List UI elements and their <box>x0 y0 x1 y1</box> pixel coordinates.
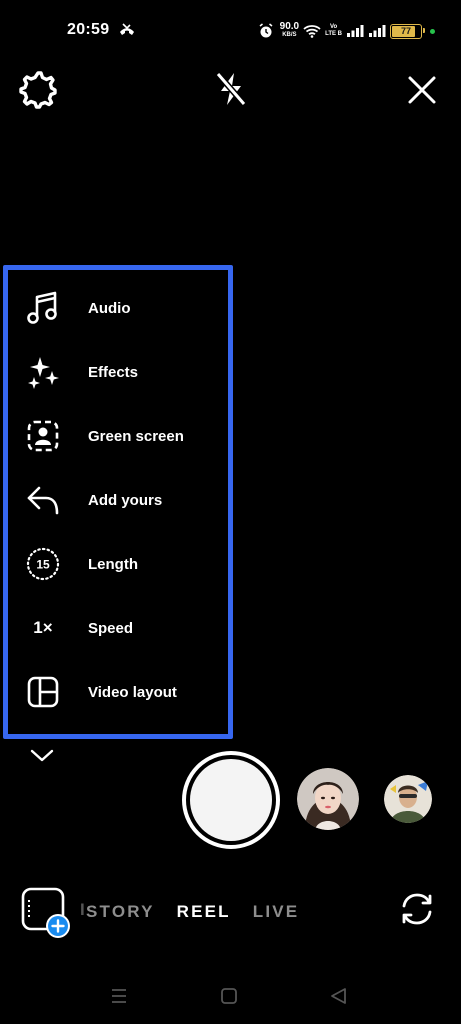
layout-icon <box>23 672 63 712</box>
status-time: 20:59 <box>67 21 110 38</box>
speed-value: 1× <box>33 618 53 637</box>
close-button[interactable] <box>402 70 442 110</box>
flash-off-icon <box>215 72 247 106</box>
tool-label: Video layout <box>88 683 177 701</box>
reply-arrow-icon <box>23 480 63 520</box>
back-button[interactable] <box>329 986 349 1006</box>
volte-badge: Vo LTE B <box>325 24 342 38</box>
flip-camera-button[interactable] <box>398 890 436 928</box>
mode-story-tab[interactable]: STORY <box>86 902 155 922</box>
sparkles-icon <box>23 352 63 392</box>
tool-label: Effects <box>88 363 139 381</box>
tool-label: Add yours <box>88 491 163 509</box>
camera-tools-panel: Audio Effects Green screen Add yours 15 … <box>3 265 233 739</box>
tool-label: Length <box>88 555 138 573</box>
menu-icon <box>112 989 126 1003</box>
home-button[interactable] <box>220 987 238 1005</box>
status-icons: 90.0 KB/S Vo LTE B 77 <box>258 18 435 44</box>
recent-apps-button[interactable] <box>110 987 128 1005</box>
net-speed-value: 90.0 <box>279 21 300 32</box>
tool-green-screen[interactable]: Green screen <box>8 411 228 461</box>
mode-reel-tab[interactable]: REEL <box>177 902 231 922</box>
gear-icon <box>19 71 57 109</box>
chevron-down-icon <box>30 749 54 762</box>
flash-toggle-button[interactable] <box>210 68 252 110</box>
music-note-icon <box>23 288 63 328</box>
mode-live-tab[interactable]: LIVE <box>253 902 300 922</box>
tool-audio[interactable]: Audio <box>8 283 228 333</box>
tool-length[interactable]: 15 Length <box>8 539 228 589</box>
square-icon <box>221 988 237 1004</box>
tool-speed[interactable]: 1× Speed <box>8 603 228 653</box>
battery-icon: 77 <box>390 23 425 39</box>
settings-button[interactable] <box>18 70 58 110</box>
battery-level: 77 <box>400 26 411 36</box>
tool-label: Audio <box>88 299 131 317</box>
volte-top: Vo <box>329 24 338 30</box>
capture-mode-selector: I STORY REEL LIVE <box>80 900 300 924</box>
mode-faded: I <box>80 900 87 919</box>
collapse-tools-button[interactable] <box>28 745 56 767</box>
tool-video-layout[interactable]: Video layout <box>8 667 228 717</box>
missed-call-icon <box>120 23 134 35</box>
alarm-icon <box>259 23 273 38</box>
signal-icon <box>369 25 386 37</box>
speed-icon: 1× <box>23 608 63 648</box>
tool-effects[interactable]: Effects <box>8 347 228 397</box>
green-screen-icon <box>23 416 63 456</box>
flip-camera-icon <box>402 893 432 925</box>
close-icon <box>408 76 436 104</box>
net-speed-unit: KB/S <box>282 32 297 38</box>
face-filter-thumbnail[interactable] <box>297 768 359 830</box>
face-filter-thumbnail[interactable] <box>384 775 432 823</box>
tool-label: Speed <box>88 619 134 637</box>
volte-bottom: LTE B <box>325 31 342 37</box>
shutter-inner <box>190 759 272 841</box>
timer-value: 15 <box>36 558 50 572</box>
signal-icon <box>347 25 364 37</box>
tool-label: Green screen <box>88 427 184 445</box>
tool-add-yours[interactable]: Add yours <box>8 475 228 525</box>
add-icon <box>46 914 70 938</box>
privacy-indicator-dot <box>430 28 435 34</box>
timer-icon: 15 <box>23 544 63 584</box>
wifi-icon <box>303 25 321 38</box>
net-speed: 90.0 KB/S <box>280 22 299 40</box>
shutter-button[interactable] <box>182 751 280 849</box>
back-triangle-icon <box>331 988 346 1004</box>
gallery-button[interactable] <box>20 886 74 940</box>
